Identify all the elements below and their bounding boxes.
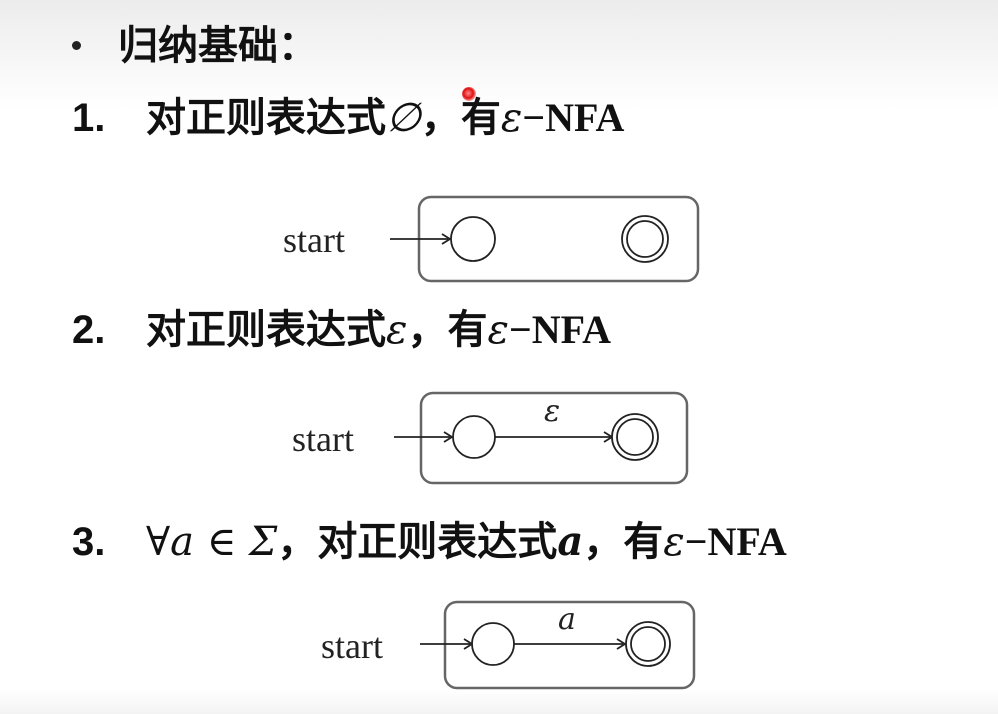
item-2-middle: ，有 bbox=[407, 307, 488, 353]
item-2-symbol: ε bbox=[386, 307, 408, 353]
diagram-2-accept-state-inner bbox=[616, 418, 654, 456]
bullet-icon bbox=[72, 41, 81, 50]
diagram-2-transition-arrowhead bbox=[603, 431, 614, 443]
item-3-quantifier: ∀a ∈ Σ bbox=[146, 519, 278, 565]
diagram-3-start-label: start bbox=[321, 626, 383, 666]
diagram-1-start-arrowhead bbox=[441, 233, 452, 245]
item-2-text: 对正则表达式ε，有ε−NFA bbox=[146, 306, 611, 354]
section-heading: 归纳基础： bbox=[118, 23, 318, 69]
diagram-1-start-state bbox=[450, 216, 496, 262]
item-1-eps: ε bbox=[500, 95, 523, 141]
diagram-2-accept-state-outer bbox=[611, 413, 659, 461]
item-3-nfa: NFA bbox=[707, 519, 787, 564]
item-3-symbol: a bbox=[557, 518, 584, 565]
item-1-number: 1. bbox=[72, 96, 106, 140]
diagram-2-start-label: start bbox=[292, 419, 354, 459]
item-3-prefix: 对正则表达式 bbox=[317, 519, 558, 565]
item-3-text: ∀a ∈ Σ，对正则表达式a，有ε−NFA bbox=[146, 518, 787, 566]
diagram-1-frame bbox=[417, 195, 700, 283]
item-2-eps: ε bbox=[487, 307, 509, 353]
item-1-symbol: ∅ bbox=[386, 95, 421, 141]
item-1-dash: − bbox=[522, 95, 546, 140]
item-3-dash: − bbox=[684, 519, 708, 564]
item-2-number: 2. bbox=[72, 308, 106, 352]
diagram-2-start-arrowhead bbox=[443, 431, 454, 443]
item-3-comma: ， bbox=[277, 519, 318, 565]
diagram-3-accept-state-inner bbox=[630, 626, 666, 662]
diagram-3-start-state bbox=[471, 622, 515, 666]
diagram-2-edge-label: ε bbox=[544, 394, 560, 429]
item-1-text: 对正则表达式∅，有ε−NFA bbox=[146, 94, 624, 142]
diagram-3-accept-state-outer bbox=[625, 621, 671, 667]
item-3-middle: ，有 bbox=[583, 519, 664, 565]
laser-pointer-icon bbox=[462, 87, 476, 101]
diagram-3-transition-arrowhead bbox=[616, 638, 627, 650]
diagram-2-start-state bbox=[452, 415, 496, 459]
diagram-3-start-arrowhead bbox=[463, 638, 474, 650]
item-3-number: 3. bbox=[72, 520, 106, 564]
item-2-dash: − bbox=[508, 307, 532, 352]
diagram-3-edge-label: a bbox=[558, 602, 576, 637]
diagram-3-frame bbox=[443, 600, 696, 690]
item-2-nfa: NFA bbox=[531, 307, 611, 352]
diagram-1-accept-state-outer bbox=[621, 215, 669, 263]
diagram-1-accept-state-inner bbox=[626, 220, 664, 258]
item-1-nfa: NFA bbox=[545, 95, 625, 140]
item-1-prefix: 对正则表达式 bbox=[146, 95, 386, 141]
item-1-middle: ，有 bbox=[420, 95, 501, 141]
item-3-eps: ε bbox=[663, 519, 685, 565]
diagram-1-start-label: start bbox=[283, 220, 345, 260]
diagram-2-frame bbox=[419, 391, 689, 485]
item-2-prefix: 对正则表达式 bbox=[146, 307, 386, 353]
